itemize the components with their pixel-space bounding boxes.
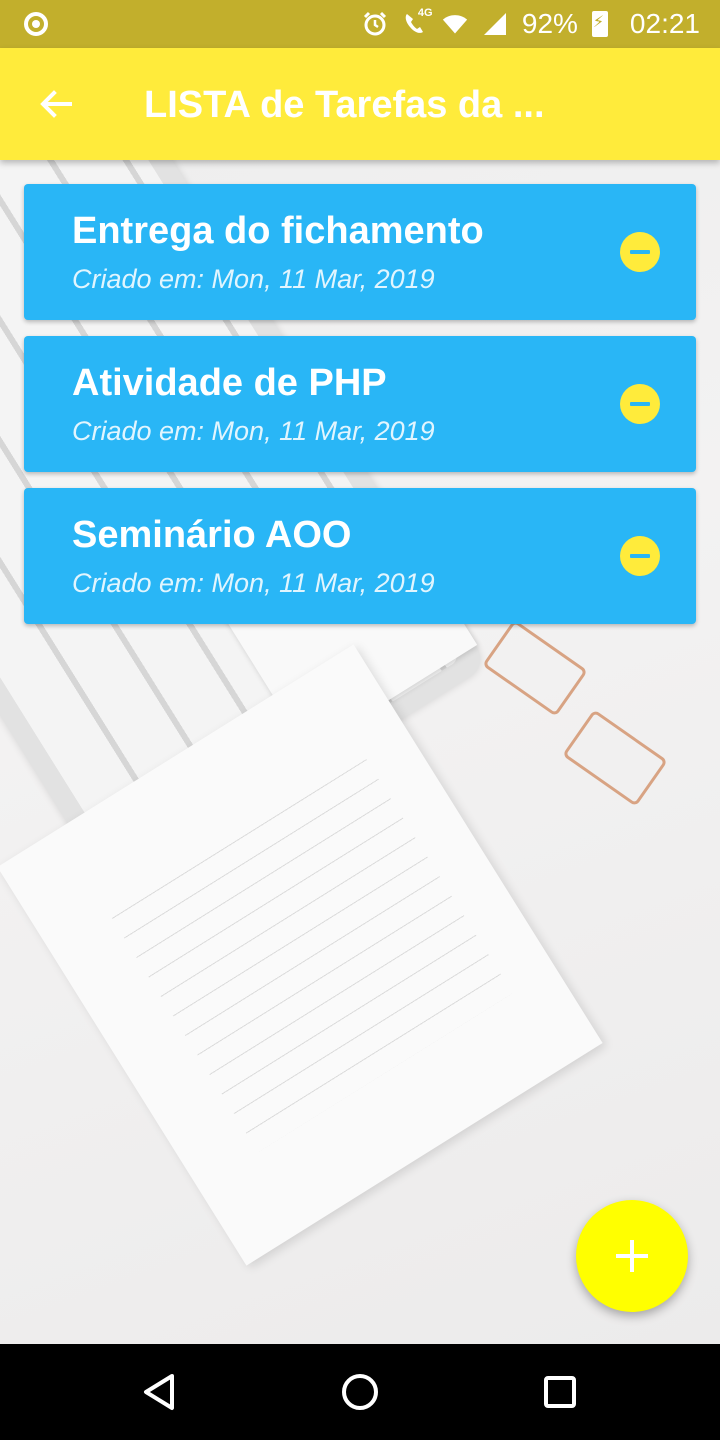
task-title: Seminário AOO: [72, 514, 352, 556]
recents-square-icon: [544, 1376, 576, 1408]
remove-task-button[interactable]: [620, 384, 660, 424]
task-created-date: Criado em: Mon, 11 Mar, 2019: [72, 568, 435, 598]
task-list: Entrega do fichamento Criado em: Mon, 11…: [24, 184, 696, 640]
minus-icon: [630, 554, 650, 558]
clock: 02:21: [629, 8, 700, 39]
arrow-back-icon: [40, 90, 72, 118]
back-button[interactable]: [28, 76, 84, 132]
nav-back-button[interactable]: [136, 1368, 184, 1416]
task-card[interactable]: Entrega do fichamento Criado em: Mon, 11…: [24, 184, 696, 320]
task-title: Atividade de PHP: [72, 362, 387, 404]
nav-home-button[interactable]: [336, 1368, 384, 1416]
alarm-icon: [362, 11, 388, 37]
notification-icon: [24, 12, 48, 36]
nav-recents-button[interactable]: [536, 1368, 584, 1416]
battery-percent: 92%: [521, 8, 578, 39]
battery-charging-icon: [591, 11, 608, 37]
signal-icon: [482, 11, 508, 37]
call-icon: 4G: [402, 7, 433, 37]
status-bar: 4G 92% 02:21: [0, 0, 720, 48]
minus-icon: [630, 402, 650, 406]
network-type: 4G: [417, 7, 433, 19]
status-icons: 4G 92% 02:21: [362, 0, 700, 48]
remove-task-button[interactable]: [620, 232, 660, 272]
home-circle-icon: [342, 1374, 378, 1410]
task-card[interactable]: Seminário AOO Criado em: Mon, 11 Mar, 20…: [24, 488, 696, 624]
task-card[interactable]: Atividade de PHP Criado em: Mon, 11 Mar,…: [24, 336, 696, 472]
task-created-date: Criado em: Mon, 11 Mar, 2019: [72, 416, 435, 446]
remove-task-button[interactable]: [620, 536, 660, 576]
wifi-icon: [442, 11, 468, 37]
background-clip-image: [562, 709, 668, 807]
plus-icon: [616, 1240, 648, 1272]
task-list-screen: Entrega do fichamento Criado em: Mon, 11…: [0, 160, 720, 1344]
app-bar: LISTA de Tarefas da ...: [0, 48, 720, 160]
add-task-button[interactable]: [576, 1200, 688, 1312]
task-created-date: Criado em: Mon, 11 Mar, 2019: [72, 264, 435, 294]
task-title: Entrega do fichamento: [72, 210, 484, 252]
page-title: LISTA de Tarefas da ...: [144, 84, 545, 126]
system-nav-bar: [0, 1344, 720, 1440]
back-triangle-icon: [144, 1374, 174, 1410]
minus-icon: [630, 250, 650, 254]
